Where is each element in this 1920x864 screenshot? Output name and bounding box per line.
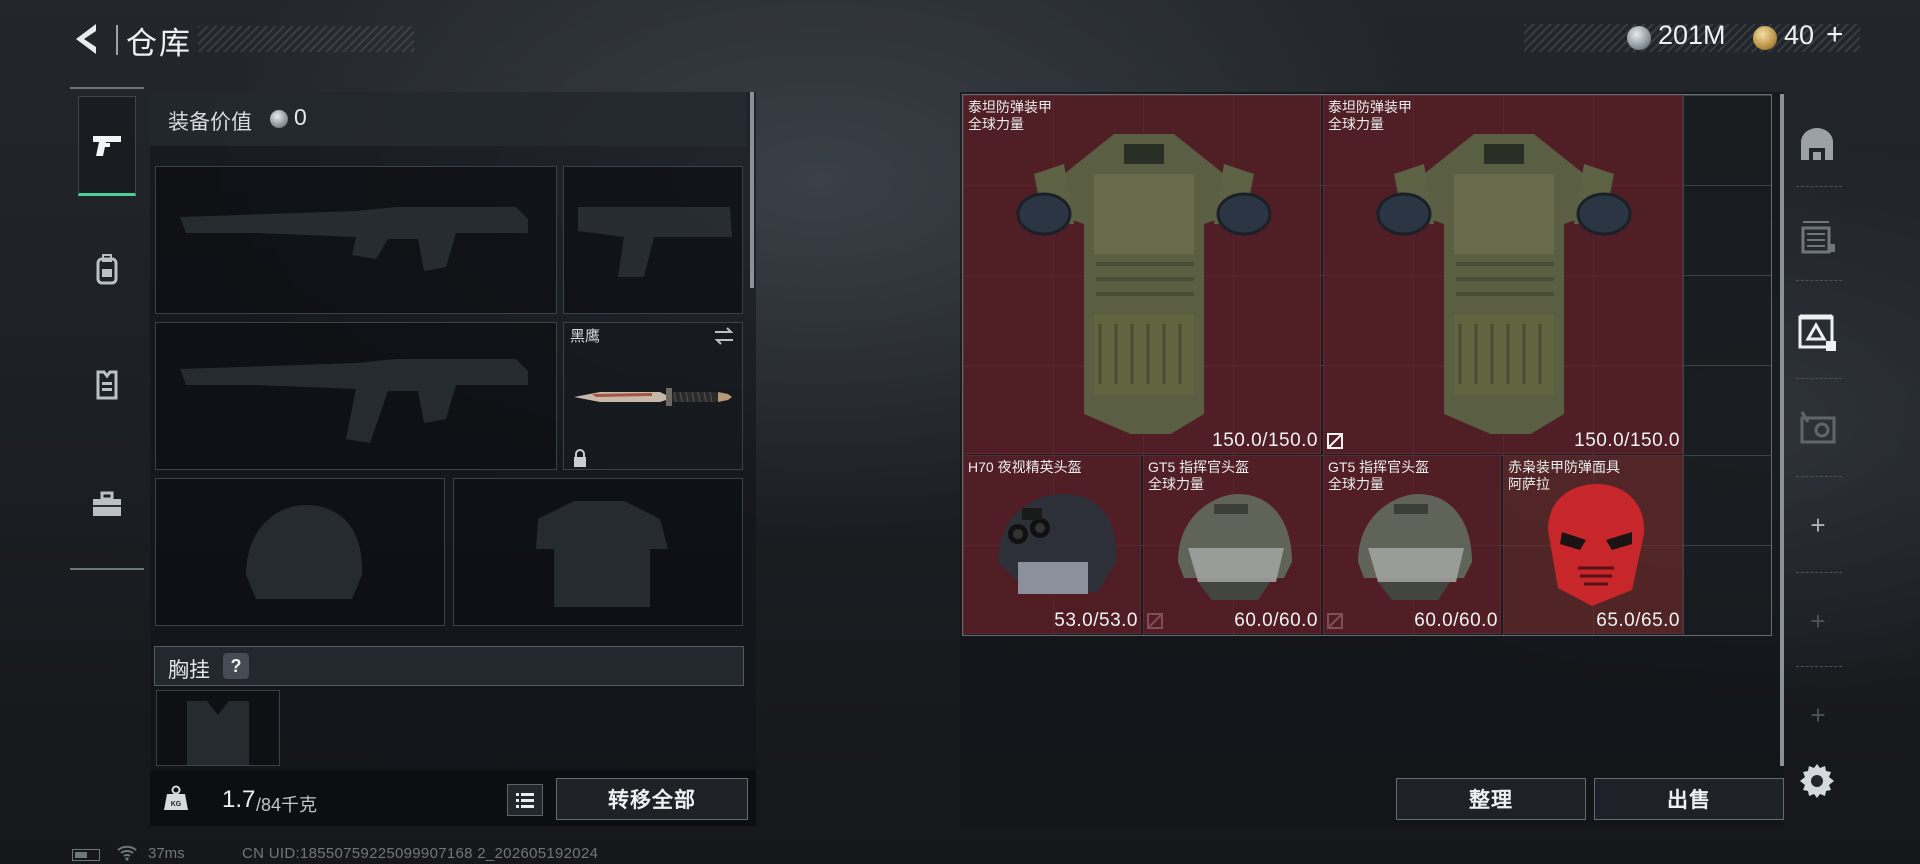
toolbox-icon <box>93 491 121 516</box>
swap-icon[interactable] <box>712 326 736 346</box>
safe-box-icon <box>1800 411 1836 444</box>
tab-stash-4[interactable] <box>1790 398 1844 458</box>
coin-balance: 201M <box>1658 20 1726 50</box>
side-divider <box>1796 280 1842 281</box>
vest-icon <box>96 370 118 400</box>
item-name: H70 夜视精英头盔 <box>968 459 1082 475</box>
gold-coin-icon <box>1753 26 1777 50</box>
body-armor-image <box>1016 134 1272 434</box>
transfer-all-button[interactable]: 转移全部 <box>556 778 748 820</box>
weight-icon: KG <box>164 785 188 810</box>
side-divider <box>1796 378 1842 379</box>
item-durability: 60.0/60.0 <box>1414 610 1498 631</box>
stash-scrollbar[interactable] <box>1780 94 1784 766</box>
body-armor-slot[interactable] <box>453 478 743 626</box>
tab-stash-main[interactable] <box>1790 114 1844 174</box>
equipment-value-label: 装备价值 <box>168 111 252 134</box>
equipment-scrollbar[interactable] <box>750 92 754 288</box>
stash-item[interactable]: 泰坦防弹装甲 全球力量 150.0/150.0 <box>1323 95 1683 454</box>
armor-silhouette <box>536 501 668 607</box>
tidy-button[interactable]: 整理 <box>1396 778 1586 820</box>
sell-button[interactable]: 出售 <box>1594 778 1784 820</box>
helmet-silhouette <box>246 505 363 599</box>
tab-stash-2[interactable] <box>1790 206 1844 266</box>
sidearm-slot[interactable] <box>563 166 743 314</box>
helmet-image <box>1178 494 1292 600</box>
locked-stash-tab: + <box>1810 700 1826 730</box>
melee-item-name: 黑鹰 <box>570 328 601 345</box>
rig-silhouette <box>187 701 249 765</box>
tabs-divider-top <box>70 87 144 89</box>
user-uid: CN UID:18550759225099907168 2_2026051920… <box>242 845 599 862</box>
item-durability: 150.0/150.0 <box>1212 430 1318 451</box>
list-icon <box>516 793 534 808</box>
gear-crate-icon <box>1798 314 1836 351</box>
chest-rig-help-button[interactable]: ? <box>223 653 249 679</box>
svg-text:KG: KG <box>171 801 182 808</box>
title-decoration <box>198 26 414 52</box>
side-divider <box>1796 186 1842 187</box>
item-durability: 150.0/150.0 <box>1574 430 1680 451</box>
item-durability: 53.0/53.0 <box>1054 610 1138 631</box>
tab-weapons[interactable] <box>78 96 136 196</box>
primary-weapon-slot[interactable] <box>155 166 557 314</box>
bunker-icon <box>1801 128 1833 160</box>
helmet-image <box>998 493 1117 594</box>
page-title: 仓库 <box>126 26 192 61</box>
battery-icon <box>72 849 100 861</box>
lock-icon <box>574 449 586 467</box>
premium-balance: 40 <box>1784 20 1815 50</box>
add-stash-tab-button[interactable]: + <box>1800 510 1836 541</box>
tab-toolbox[interactable] <box>78 455 136 555</box>
stash-item[interactable]: GT5 指挥官头盔 全球力量 60.0/60.0 <box>1323 455 1501 634</box>
add-currency-button[interactable]: + <box>1826 18 1844 52</box>
pistol-icon <box>93 136 121 156</box>
secondary-weapon-slot[interactable] <box>155 322 557 470</box>
tab-vest[interactable] <box>78 335 136 435</box>
broken-icon <box>1327 433 1343 449</box>
tabs-divider-bottom <box>70 568 144 570</box>
rifle-silhouette <box>180 359 528 443</box>
silver-coin-icon <box>270 110 288 128</box>
item-name: GT5 指挥官头盔 <box>1148 459 1250 475</box>
title-separator <box>116 25 118 55</box>
container-icon <box>1801 221 1835 254</box>
back-arrow-icon[interactable] <box>70 20 104 58</box>
side-divider <box>1796 572 1842 573</box>
helmet-image <box>1358 494 1472 600</box>
side-divider <box>1796 476 1842 477</box>
item-durability: 65.0/65.0 <box>1596 610 1680 631</box>
stash-item[interactable]: H70 夜视精英头盔 53.0/53.0 <box>963 455 1141 634</box>
stash-item[interactable]: 泰坦防弹装甲 全球力量 150.0/150.0 <box>963 95 1321 454</box>
tab-stash-3[interactable] <box>1790 302 1844 362</box>
wifi-icon <box>117 845 137 861</box>
body-armor-image <box>1376 134 1632 434</box>
gear-icon[interactable] <box>1798 762 1836 800</box>
equipment-value: 0 <box>294 104 307 130</box>
helmet-slot[interactable] <box>155 478 445 626</box>
pistol-silhouette <box>578 207 732 277</box>
chest-rig-slot[interactable] <box>156 690 280 766</box>
rifle-silhouette <box>180 207 528 271</box>
ping-readout: 37ms <box>148 845 185 862</box>
face-mask-image <box>1548 484 1645 606</box>
side-divider <box>1796 666 1842 667</box>
item-durability: 60.0/60.0 <box>1234 610 1318 631</box>
stash-item[interactable]: 赤枭装甲防弹面具 阿萨拉 65.0/65.0 <box>1503 455 1683 634</box>
chest-rig-label: 胸挂 <box>168 659 210 682</box>
item-name: GT5 指挥官头盔 <box>1328 459 1430 475</box>
locked-stash-tab: + <box>1810 606 1826 636</box>
silver-coin-icon <box>1627 26 1651 50</box>
weight-max: /84千克 <box>256 795 318 815</box>
item-name: 赤枭装甲防弹面具 <box>1508 459 1620 475</box>
knife-image <box>574 388 732 406</box>
weight-current: 1.7 <box>222 786 256 813</box>
backpack-icon <box>96 254 118 285</box>
list-view-button[interactable] <box>507 784 543 816</box>
tab-backpack[interactable] <box>78 220 136 320</box>
stash-item[interactable]: GT5 指挥官头盔 全球力量 60.0/60.0 <box>1143 455 1321 634</box>
